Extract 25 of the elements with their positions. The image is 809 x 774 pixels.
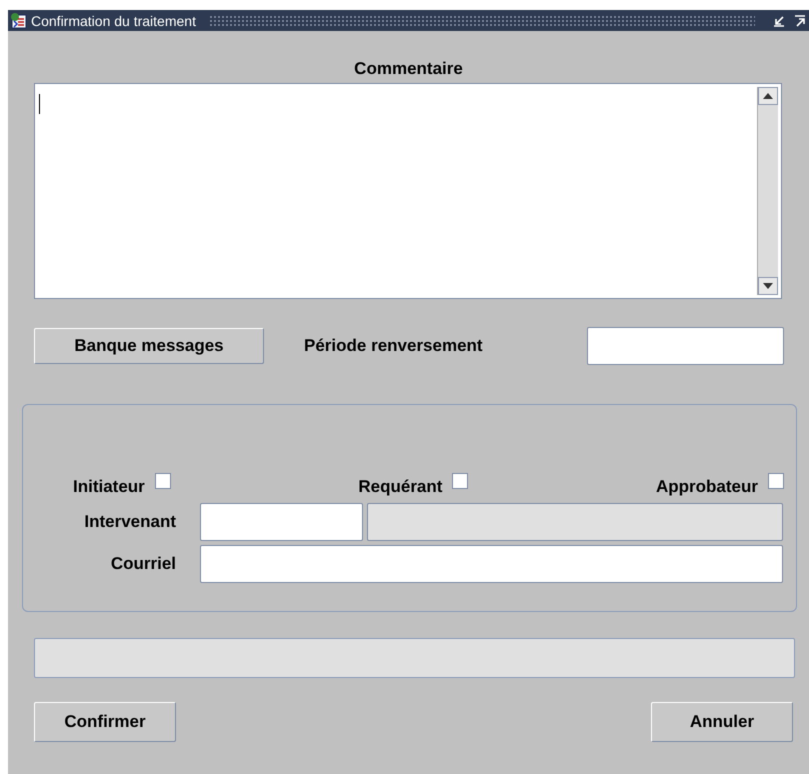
checkbox[interactable] <box>154 473 171 489</box>
comment-label: Commentaire <box>353 59 464 80</box>
checkbox[interactable] <box>452 473 468 489</box>
role-label: Approbateur <box>656 477 758 497</box>
app-icon <box>10 12 28 30</box>
role-label: Requérant <box>358 477 442 497</box>
minimize-icon[interactable] <box>772 14 786 28</box>
email-field[interactable] <box>200 545 783 583</box>
reversal-period-field[interactable] <box>587 327 784 365</box>
intervenant-label: Intervenant <box>83 512 176 532</box>
role-label: Initiateur <box>73 477 145 497</box>
maximize-icon[interactable] <box>793 14 807 28</box>
intervenant-code-field[interactable] <box>200 503 363 541</box>
window-title: Confirmation du traitement <box>31 12 196 28</box>
intervenant-name-field[interactable] <box>367 503 783 541</box>
cancel-button[interactable]: Annuler <box>651 702 793 742</box>
scroll-up-icon[interactable] <box>758 87 778 105</box>
message-bank-button[interactable]: Banque messages <box>34 328 264 364</box>
confirm-button[interactable]: Confirmer <box>34 702 176 742</box>
scroll-bar[interactable] <box>757 87 778 295</box>
email-label: Courriel <box>110 554 176 574</box>
reversal-period-label: Période renversement <box>304 336 484 356</box>
checkbox[interactable] <box>768 473 784 489</box>
scroll-down-icon[interactable] <box>758 277 778 295</box>
text-cursor <box>39 94 40 114</box>
